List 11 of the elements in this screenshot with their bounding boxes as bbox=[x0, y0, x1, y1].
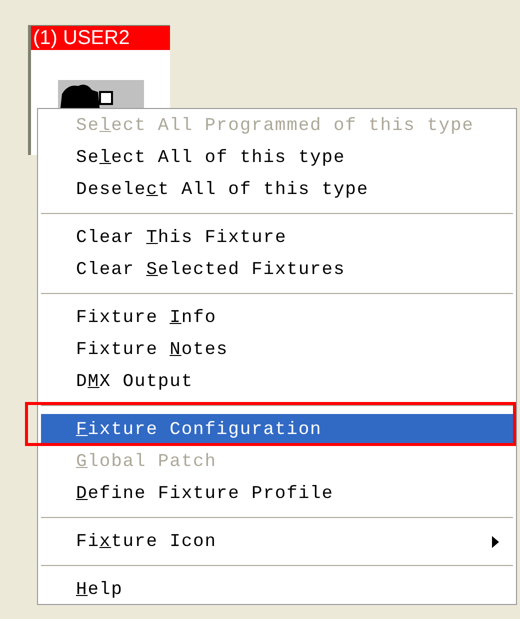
menu-item[interactable]: Fixture Notes bbox=[41, 334, 513, 366]
menu-item[interactable]: Define Fixture Profile bbox=[41, 478, 513, 510]
fixture-title: (1) USER2 bbox=[31, 26, 170, 50]
menu-item[interactable]: Fixture I nfo bbox=[41, 302, 513, 334]
menu-item[interactable]: DMX Output bbox=[41, 366, 513, 398]
menu-item[interactable]: Help bbox=[41, 574, 513, 606]
menu-item[interactable]: Clear Selected Fixtures bbox=[41, 254, 513, 286]
menu-item[interactable]: Deselect All of this type bbox=[41, 174, 513, 206]
menu-item[interactable]: Fixture Configuration bbox=[41, 414, 513, 446]
menu-item[interactable]: Fixture Icon bbox=[41, 526, 513, 558]
menu-item[interactable]: Clear This Fixture bbox=[41, 222, 513, 254]
